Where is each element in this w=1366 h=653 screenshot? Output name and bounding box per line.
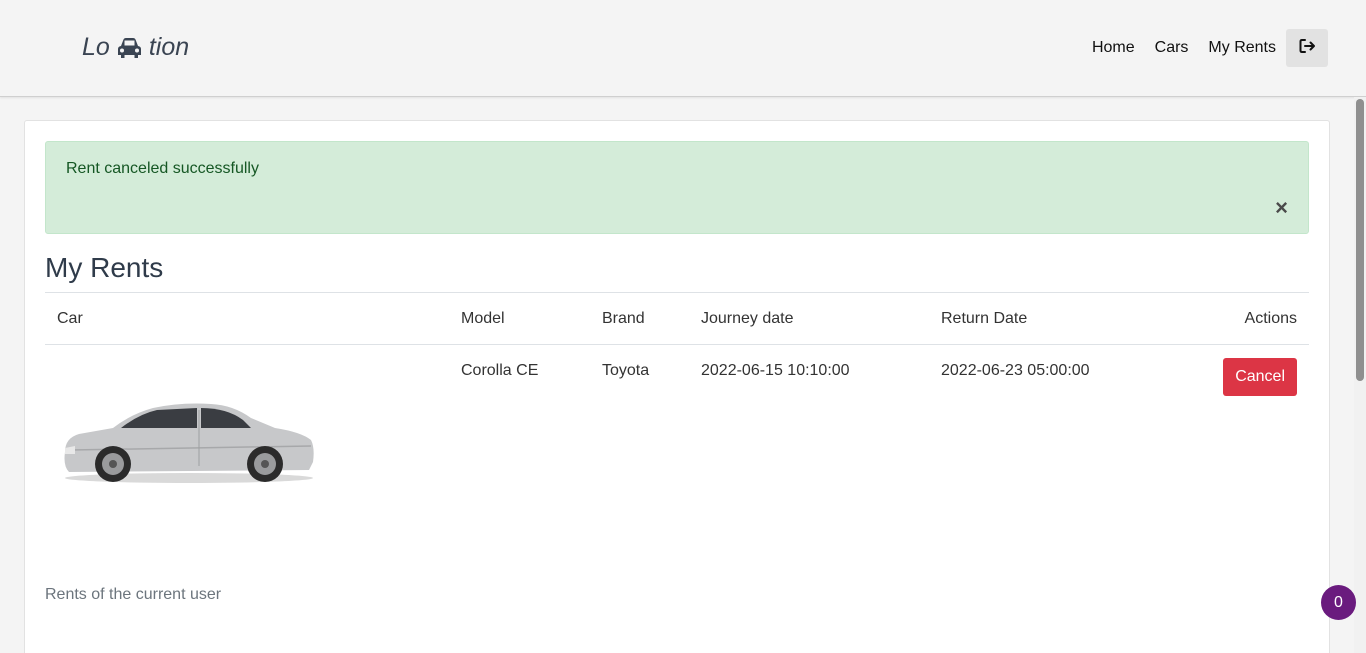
- cancel-rent-button[interactable]: Cancel: [1223, 358, 1297, 396]
- cell-model: Corolla CE: [461, 362, 539, 379]
- header-model: Model: [449, 292, 590, 345]
- brand-logo[interactable]: Lo tion: [82, 33, 189, 62]
- navbar: Lo tion Home Cars My Rents: [0, 0, 1366, 97]
- header-brand: Brand: [590, 292, 689, 345]
- table-row: Corolla CE Toyota 2022-06-15 10:10:00 20…: [45, 345, 1309, 575]
- brand-suffix: tion: [148, 33, 190, 61]
- cell-journey-date: 2022-06-15 10:10:00: [701, 362, 850, 379]
- header-car: Car: [45, 292, 449, 345]
- success-alert: Rent canceled successfully ×: [45, 141, 1309, 234]
- cell-brand: Toyota: [602, 362, 650, 379]
- scrollbar[interactable]: [1354, 97, 1366, 653]
- nav-links: Home Cars My Rents: [1082, 29, 1328, 67]
- page-title: My Rents: [45, 252, 164, 283]
- header-actions: Actions: [1158, 292, 1309, 345]
- table-header-row: Car Model Brand Journey date Return Date…: [45, 292, 1309, 345]
- count-badge[interactable]: 0: [1321, 585, 1356, 620]
- nav-cars[interactable]: Cars: [1145, 29, 1199, 67]
- scrollbar-thumb[interactable]: [1356, 99, 1364, 381]
- nav-my-rents[interactable]: My Rents: [1198, 29, 1286, 67]
- brand-prefix: Lo: [82, 33, 110, 61]
- logout-icon: [1299, 38, 1316, 59]
- cell-car-image: [45, 345, 449, 575]
- rents-table: Car Model Brand Journey date Return Date…: [45, 292, 1309, 575]
- header-journey-date: Journey date: [689, 292, 929, 345]
- silver-sedan-image: [64, 403, 314, 483]
- alert-message: Rent canceled successfully: [66, 160, 259, 177]
- header-return-date: Return Date: [929, 292, 1158, 345]
- content-card: Rent canceled successfully × My Rents Ca…: [24, 120, 1330, 653]
- logout-button[interactable]: [1286, 29, 1328, 67]
- car-icon: [116, 36, 143, 60]
- table-caption: Rents of the current user: [45, 586, 222, 603]
- cell-return-date: 2022-06-23 05:00:00: [941, 362, 1090, 379]
- alert-close-button[interactable]: ×: [1275, 197, 1288, 219]
- cell-actions: Cancel: [1158, 345, 1309, 575]
- nav-home[interactable]: Home: [1082, 29, 1145, 67]
